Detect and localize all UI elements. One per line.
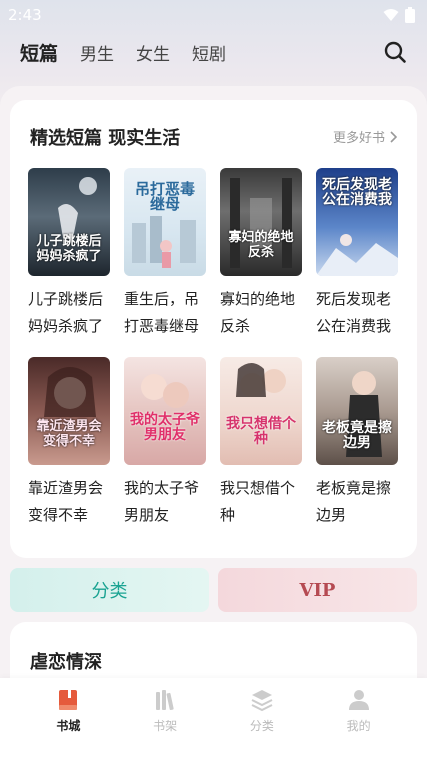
cover-title: 我只想借个种 xyxy=(226,416,296,447)
book-title: 靠近渣男会变得不幸 xyxy=(28,479,104,524)
book-title: 儿子跳楼后妈妈杀疯了 xyxy=(28,290,104,335)
chevron-right-icon xyxy=(390,130,397,143)
cover-art xyxy=(141,374,189,408)
book-title: 寡妇的绝地反杀 xyxy=(220,290,296,335)
tab-female[interactable]: 女生 xyxy=(136,40,170,65)
book-card[interactable]: 老板竟是擦边男 老板竟是擦边男 xyxy=(316,357,398,529)
book-card[interactable]: 寡妇的绝地反杀 寡妇的绝地反杀 xyxy=(220,168,302,340)
cover-title: 寡妇的绝地反杀 xyxy=(228,230,294,260)
book-card[interactable]: 死后发现老公在消费我 死后发现老公在消费我 xyxy=(316,168,398,340)
book-title: 死后发现老公在消费我 xyxy=(316,290,392,335)
vip-button[interactable]: VIP xyxy=(218,568,417,612)
book-icon xyxy=(59,690,78,710)
book-cover[interactable]: 寡妇的绝地反杀 xyxy=(220,168,302,276)
book-card[interactable]: 吊打恶毒继母 重生后，吊打恶毒继母 xyxy=(124,168,206,340)
book-cover[interactable]: 儿子跳楼后妈妈杀疯了 xyxy=(28,168,110,276)
tab-male[interactable]: 男生 xyxy=(80,40,114,65)
featured-section: 精选短篇 现实生活 更多好书 儿子跳楼后妈妈杀疯了 儿子跳楼后妈妈杀疯了 吊打恶… xyxy=(10,100,417,558)
book-card[interactable]: 儿子跳楼后妈妈杀疯了 儿子跳楼后妈妈杀疯了 xyxy=(28,168,110,340)
nav-bookstore[interactable]: 书城 xyxy=(38,688,98,759)
user-icon xyxy=(348,690,369,710)
status-time: 2:43 xyxy=(8,6,42,24)
battery-icon xyxy=(405,7,415,23)
cover-title: 死后发现老公在消费我 xyxy=(322,177,392,208)
nav-label: 分类 xyxy=(249,719,274,733)
bookshelf-icon xyxy=(156,690,174,711)
bottom-nav: 书城 书架 分类 我的 xyxy=(0,678,427,759)
book-cover[interactable]: 我的太子爷男朋友 xyxy=(124,357,206,465)
search-icon[interactable] xyxy=(383,40,407,64)
cover-title: 我的太子爷男朋友 xyxy=(130,412,200,443)
book-title: 我只想借个种 xyxy=(220,479,296,524)
more-books-link[interactable]: 更多好书 xyxy=(333,127,397,146)
cover-art xyxy=(236,363,286,397)
layers-icon xyxy=(251,690,273,712)
status-icons xyxy=(383,7,415,23)
section-title: 精选短篇 现实生活 xyxy=(30,128,181,149)
top-tabs: 短篇 男生 女生 短剧 xyxy=(0,30,427,74)
status-bar: 2:43 xyxy=(0,0,427,30)
book-cover[interactable]: 老板竟是擦边男 xyxy=(316,357,398,465)
book-cover[interactable]: 吊打恶毒继母 xyxy=(124,168,206,276)
book-card[interactable]: 我只想借个种 我只想借个种 xyxy=(220,357,302,529)
nav-category[interactable]: 分类 xyxy=(232,688,292,759)
nav-label: 书架 xyxy=(153,719,178,733)
book-cover[interactable]: 靠近渣男会变得不幸 xyxy=(28,357,110,465)
tab-short[interactable]: 短篇 xyxy=(20,39,58,66)
book-card[interactable]: 我的太子爷男朋友 我的太子爷男朋友 xyxy=(124,357,206,529)
book-title: 老板竟是擦边男 xyxy=(316,479,392,524)
nav-label: 我的 xyxy=(346,719,371,733)
nav-label: 书城 xyxy=(56,719,81,733)
tab-short-drama[interactable]: 短剧 xyxy=(192,40,226,65)
more-books-label: 更多好书 xyxy=(332,131,385,146)
category-button[interactable]: 分类 xyxy=(10,568,209,612)
cover-title: 靠近渣男会变得不幸 xyxy=(36,419,102,449)
book-title: 我的太子爷男朋友 xyxy=(124,479,200,524)
nav-profile[interactable]: 我的 xyxy=(329,688,389,759)
cover-title: 儿子跳楼后妈妈杀疯了 xyxy=(36,234,102,264)
section2-title: 虐恋情深 xyxy=(30,652,102,673)
cover-title: 老板竟是擦边男 xyxy=(322,420,392,451)
book-card[interactable]: 靠近渣男会变得不幸 靠近渣男会变得不幸 xyxy=(28,357,110,529)
book-title: 重生后，吊打恶毒继母 xyxy=(124,290,200,335)
book-cover[interactable]: 我只想借个种 xyxy=(220,357,302,465)
wifi-icon xyxy=(383,9,399,21)
book-cover[interactable]: 死后发现老公在消费我 xyxy=(316,168,398,276)
nav-bookshelf[interactable]: 书架 xyxy=(135,688,195,759)
cover-title: 吊打恶毒继母 xyxy=(134,180,195,213)
